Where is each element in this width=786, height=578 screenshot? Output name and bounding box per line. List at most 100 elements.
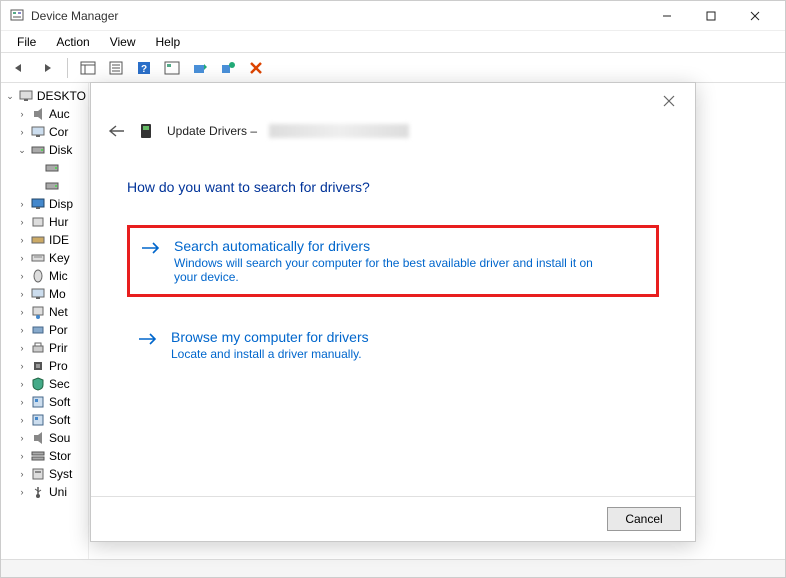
expand-icon[interactable]: › [17, 289, 27, 299]
expand-icon[interactable]: › [17, 109, 27, 119]
expand-icon[interactable]: › [17, 217, 27, 227]
menu-action[interactable]: Action [46, 33, 99, 51]
menu-help[interactable]: Help [146, 33, 191, 51]
tree-node[interactable]: ›Mic [3, 267, 86, 285]
forward-button[interactable] [35, 56, 59, 80]
tree-node[interactable]: ›Pro [3, 357, 86, 375]
help-button[interactable]: ? [132, 56, 156, 80]
tree-label: Sou [49, 431, 70, 445]
tree-node[interactable]: › Sec [3, 375, 86, 393]
drive-icon [44, 161, 60, 175]
tree-node[interactable]: › Cor [3, 123, 86, 141]
expand-icon[interactable]: › [17, 487, 27, 497]
update-driver-button[interactable] [188, 56, 212, 80]
tree-node[interactable]: › Key [3, 249, 86, 267]
tree-node[interactable]: › Net [3, 303, 86, 321]
usb-icon [30, 485, 46, 499]
window-title: Device Manager [31, 9, 645, 23]
device-tree[interactable]: ⌄ DESKTO ›Auc›Cor⌄Disk›Disp›Hur›IDE›Key›… [1, 83, 89, 559]
back-button[interactable] [7, 56, 31, 80]
update-drivers-dialog: Update Drivers – How do you want to sear… [90, 82, 696, 542]
expand-icon[interactable]: › [17, 307, 27, 317]
tree-node[interactable]: › Uni [3, 483, 86, 501]
properties-button[interactable] [104, 56, 128, 80]
svg-text:?: ? [141, 64, 147, 75]
menu-view[interactable]: View [100, 33, 146, 51]
dialog-close-button[interactable] [651, 87, 687, 115]
expand-icon[interactable]: › [17, 397, 27, 407]
tree-node[interactable]: › Sou [3, 429, 86, 447]
tree-node[interactable]: › Auc [3, 105, 86, 123]
arrow-right-icon [140, 240, 162, 284]
expand-icon[interactable]: › [17, 361, 27, 371]
expand-icon[interactable]: › [17, 235, 27, 245]
close-button[interactable] [733, 2, 777, 30]
scan-button[interactable] [160, 56, 184, 80]
tree-node[interactable]: ›IDE [3, 231, 86, 249]
dialog-back-button[interactable] [105, 119, 129, 143]
software-icon [30, 413, 46, 427]
expand-icon[interactable]: › [17, 253, 27, 263]
tree-root[interactable]: ⌄ DESKTO [3, 87, 86, 105]
tree-node[interactable]: › Prir [3, 339, 86, 357]
drive-icon [30, 143, 46, 157]
expand-icon[interactable]: › [17, 415, 27, 425]
tree-label: Soft [49, 413, 70, 427]
expand-icon[interactable]: › [17, 433, 27, 443]
show-hidden-button[interactable] [76, 56, 100, 80]
expand-icon[interactable]: › [17, 343, 27, 353]
expand-icon[interactable]: › [17, 451, 27, 461]
keyboard-icon [30, 251, 46, 265]
maximize-button[interactable] [689, 2, 733, 30]
tree-label: Stor [49, 449, 71, 463]
tree-node[interactable] [3, 177, 86, 195]
tree-label: Soft [49, 395, 70, 409]
tree-label: Sec [49, 377, 70, 391]
tree-node[interactable]: › Syst [3, 465, 86, 483]
option-browse-computer[interactable]: Browse my computer for drivers Locate an… [127, 319, 659, 371]
menu-file[interactable]: File [7, 33, 46, 51]
uninstall-button[interactable] [216, 56, 240, 80]
tree-node[interactable]: › Soft [3, 393, 86, 411]
expand-icon[interactable]: › [17, 469, 27, 479]
tree-node[interactable] [3, 159, 86, 177]
expand-icon[interactable]: › [17, 271, 27, 281]
tree-node[interactable]: ›Por [3, 321, 86, 339]
tree-label: Auc [49, 107, 70, 121]
expand-icon[interactable]: › [17, 379, 27, 389]
option-description: Locate and install a driver manually. [171, 347, 601, 361]
drive-icon [44, 179, 60, 193]
tree-node[interactable]: ⌄Disk [3, 141, 86, 159]
expand-icon[interactable]: ⌄ [17, 145, 27, 155]
expand-icon[interactable]: › [17, 325, 27, 335]
option-search-automatically[interactable]: Search automatically for drivers Windows… [127, 225, 659, 297]
hid-icon [30, 215, 46, 229]
tree-label: Net [49, 305, 68, 319]
tree-label: Mo [49, 287, 66, 301]
sound-icon [30, 431, 46, 445]
tree-node[interactable]: › Hur [3, 213, 86, 231]
cancel-button[interactable]: Cancel [607, 507, 681, 531]
expand-icon[interactable]: ⌄ [5, 91, 15, 101]
tree-node[interactable]: ›Disp [3, 195, 86, 213]
speaker-icon [30, 107, 46, 121]
expand-icon[interactable]: › [17, 199, 27, 209]
dialog-body: How do you want to search for drivers? S… [91, 151, 695, 496]
tree-label: Hur [49, 215, 68, 229]
port-icon [30, 323, 46, 337]
tree-label: Cor [49, 125, 68, 139]
tree-label: Syst [49, 467, 72, 481]
minimize-button[interactable] [645, 2, 689, 30]
tree-node[interactable]: › Stor [3, 447, 86, 465]
expand-icon[interactable]: › [17, 127, 27, 137]
tree-node[interactable]: › Mo [3, 285, 86, 303]
tree-label: Key [49, 251, 70, 265]
tree-node[interactable]: › Soft [3, 411, 86, 429]
expand-icon[interactable] [31, 181, 41, 191]
arrow-right-icon [137, 331, 159, 361]
tree-label: Uni [49, 485, 67, 499]
tree-label: Prir [49, 341, 68, 355]
disable-button[interactable] [244, 56, 268, 80]
expand-icon[interactable] [31, 163, 41, 173]
device-manager-window: Device Manager File Action View Help ? ⌄… [0, 0, 786, 578]
